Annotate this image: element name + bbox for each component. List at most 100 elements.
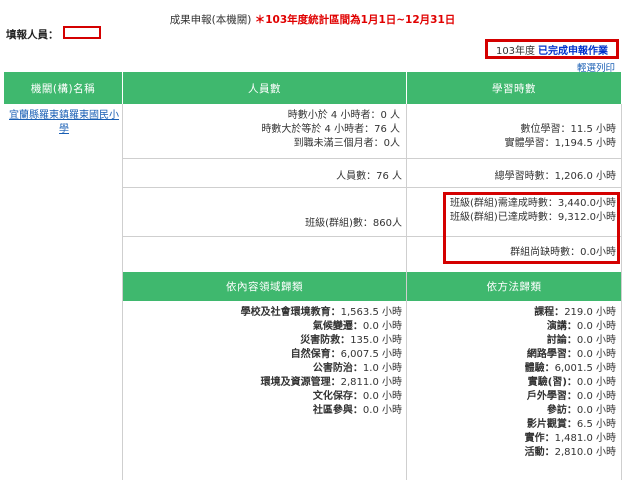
- domain-row: 社區參與：0.0 小時: [130, 404, 402, 418]
- filler-redacted-box: [63, 26, 101, 39]
- method-label: 實驗(習)：: [527, 377, 577, 388]
- domain-label: 學校及社會環境教育：: [240, 307, 341, 318]
- staff-total: 人員數：76 人: [130, 167, 402, 182]
- method-row: 網路學習：0.0 小時: [412, 348, 616, 362]
- domain-value: 2,811.0 小時: [340, 377, 402, 388]
- status-year: 103年度: [495, 45, 536, 57]
- method-row: 活動：2,810.0 小時: [412, 446, 616, 460]
- method-row: 課程：219.0 小時: [412, 306, 616, 320]
- method-value: 0.0 小時: [576, 321, 616, 332]
- method-value: 0.0 小時: [576, 377, 616, 388]
- staff-lt4-value: 0 人: [380, 110, 400, 121]
- domain-row: 自然保育：6,007.5 小時: [130, 348, 402, 362]
- period-note: ＊103年度統計區間為1月1日~12月31日: [254, 14, 456, 26]
- method-label: 戶外學習：: [526, 391, 577, 402]
- method-list: 課程：219.0 小時 演講：0.0 小時 討論：0.0 小時 網路學習：0.0 小時…: [412, 306, 616, 460]
- status-complete-text: 已完成申報作業: [538, 45, 609, 57]
- filler-label: 填報人員：: [6, 29, 59, 41]
- domain-label: 災害防救：: [300, 335, 351, 346]
- method-value: 6,001.5 小時: [554, 363, 616, 374]
- domain-value: 0.0 小時: [362, 405, 402, 416]
- total-hours-label: 總學習時數：: [494, 171, 555, 182]
- domain-value: 135.0 小時: [350, 335, 402, 346]
- domain-label: 文化保存：: [312, 391, 363, 402]
- method-value: 0.0 小時: [576, 405, 616, 416]
- staff-total-value: 76 人: [376, 171, 402, 182]
- page-title: 成果申報(本機關) ＊103年度統計區間為1月1日~12月31日: [0, 12, 625, 27]
- staff-breakdown: 時數小於 4 小時者：0 人 時數大於等於 4 小時者：76 人 到職未滿三個月…: [130, 109, 400, 151]
- column-header-org: 機關(構)名稱: [4, 72, 122, 104]
- domain-list: 學校及社會環境教育：1,563.5 小時 氣候變遷：0.0 小時 災害防救：135.…: [130, 306, 402, 418]
- domain-row: 學校及社會環境教育：1,563.5 小時: [130, 306, 402, 320]
- domain-row: 環境及資源管理：2,811.0 小時: [130, 376, 402, 390]
- method-label: 討論：: [546, 335, 577, 346]
- staff-ge4-value: 76 人: [374, 124, 400, 135]
- domain-header: 依內容領域歸類: [123, 272, 406, 301]
- domain-value: 6,007.5 小時: [340, 349, 402, 360]
- column-header-hours: 學習時數: [407, 72, 621, 104]
- staff-new-label: 到職未滿三個月者：: [293, 138, 384, 149]
- method-row: 影片觀賞：6.5 小時: [412, 418, 616, 432]
- staff-new-value: 0人: [383, 138, 400, 149]
- method-value: 0.0 小時: [576, 349, 616, 360]
- method-label: 參訪：: [546, 405, 577, 416]
- domain-row: 氣候變遷：0.0 小時: [130, 320, 402, 334]
- class-achieved-value: 9,312.0小時: [557, 212, 616, 223]
- domain-row: 災害防救：135.0 小時: [130, 334, 402, 348]
- domain-value: 0.0 小時: [362, 391, 402, 402]
- group-shortfall-label: 群組尚缺時數：: [510, 247, 581, 258]
- method-row: 戶外學習：0.0 小時: [412, 390, 616, 404]
- domain-value: 1,563.5 小時: [340, 307, 402, 318]
- domain-label: 氣候變遷：: [312, 321, 363, 332]
- class-count-value: 860人: [372, 218, 402, 229]
- column-header-staff: 人員數: [123, 72, 406, 104]
- class-required-value: 3,440.0小時: [557, 198, 616, 209]
- method-row: 討論：0.0 小時: [412, 334, 616, 348]
- title-text: 成果申報(本機關): [169, 14, 252, 26]
- total-hours: 總學習時數：1,206.0 小時: [412, 167, 616, 182]
- method-row: 實驗(習)：0.0 小時: [412, 376, 616, 390]
- grid-line: [621, 104, 622, 480]
- class-required-label: 班級(群組)需達成時數：: [450, 198, 558, 209]
- domain-label: 自然保育：: [290, 349, 341, 360]
- grid-line: [123, 158, 621, 159]
- staff-total-label: 人員數：: [336, 171, 377, 182]
- domain-label: 社區參與：: [312, 405, 363, 416]
- physical-hours-label: 實體學習：: [504, 138, 555, 149]
- method-label: 演講：: [546, 321, 577, 332]
- digital-hours-label: 數位學習：: [520, 124, 571, 135]
- group-shortfall-value: 0.0小時: [580, 247, 616, 258]
- domain-row: 文化保存：0.0 小時: [130, 390, 402, 404]
- class-count-label: 班級(群組)數：: [305, 218, 373, 229]
- staff-lt4-label: 時數小於 4 小時者：: [287, 110, 381, 121]
- method-value: 6.5 小時: [576, 419, 616, 430]
- method-label: 體驗：: [524, 363, 555, 374]
- class-hours: 班級(群組)需達成時數：3,440.0小時 班級(群組)已達成時數：9,312.…: [446, 197, 616, 225]
- class-achieved-label: 班級(群組)已達成時數：: [450, 212, 558, 223]
- method-label: 課程：: [534, 307, 565, 318]
- domain-value: 1.0 小時: [362, 363, 402, 374]
- method-label: 活動：: [524, 447, 555, 458]
- method-label: 影片觀賞：: [526, 419, 577, 430]
- method-value: 2,810.0 小時: [554, 447, 616, 458]
- domain-row: 公害防治：1.0 小時: [130, 362, 402, 376]
- staff-ge4-label: 時數大於等於 4 小時者：: [261, 124, 375, 135]
- method-label: 網路學習：: [526, 349, 577, 360]
- domain-value: 0.0 小時: [362, 321, 402, 332]
- hours-breakdown: 數位學習：11.5 小時 實體學習：1,194.5 小時: [412, 123, 616, 151]
- method-label: 實作：: [524, 433, 555, 444]
- method-row: 演講：0.0 小時: [412, 320, 616, 334]
- method-value: 219.0 小時: [564, 307, 616, 318]
- class-count: 班級(群組)數：860人: [130, 214, 402, 229]
- method-row: 實作：1,481.0 小時: [412, 432, 616, 446]
- total-hours-value: 1,206.0 小時: [554, 171, 616, 182]
- grid-line: [123, 187, 621, 188]
- digital-hours-value: 11.5 小時: [570, 124, 616, 135]
- method-row: 參訪：0.0 小時: [412, 404, 616, 418]
- method-value: 0.0 小時: [576, 335, 616, 346]
- method-value: 1,481.0 小時: [554, 433, 616, 444]
- domain-label: 環境及資源管理：: [260, 377, 341, 388]
- org-name-link[interactable]: 宜蘭縣羅東鎮羅東國民小學: [8, 109, 120, 137]
- status-box: 103年度 已完成申報作業: [485, 39, 619, 59]
- domain-label: 公害防治：: [312, 363, 363, 374]
